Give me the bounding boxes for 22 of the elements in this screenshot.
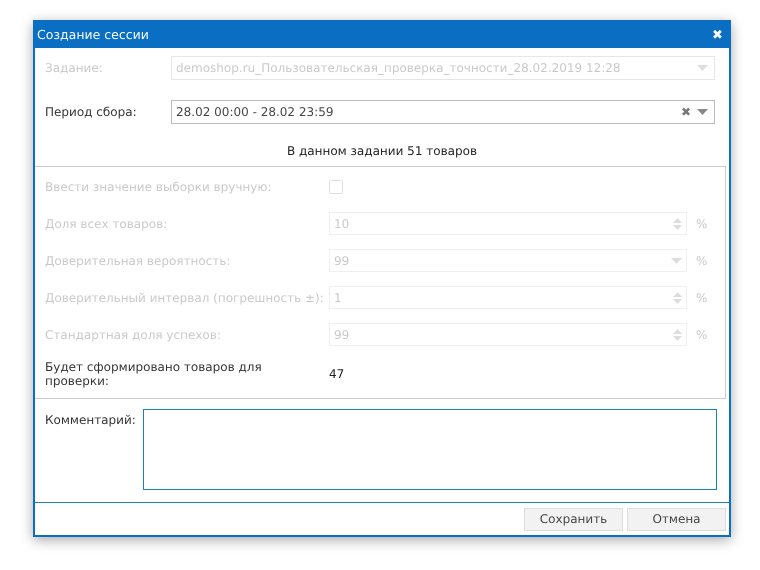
save-button[interactable]: Сохранить [524, 508, 623, 530]
spinner-icon [673, 292, 682, 304]
spinner-icon [673, 218, 682, 230]
info-text: В данном задании 51 товаров [286, 144, 478, 158]
unit-label: % [696, 216, 708, 230]
caret-icon [697, 109, 708, 115]
cancel-button[interactable]: Отмена [627, 508, 726, 530]
window-title: Создание сессии [37, 26, 149, 42]
comment-label: Комментарий: [45, 412, 137, 429]
comment-field[interactable] [143, 409, 717, 490]
result-label: Будет сформировано товаров для проверки: [45, 360, 263, 388]
period-select[interactable]: 28.02 00:00 - 28.02 23:59 ✖ [171, 100, 715, 124]
caret-icon [671, 258, 682, 264]
result-value: 47 [329, 367, 344, 381]
close-button[interactable]: ✖ [708, 26, 727, 42]
unit-label: % [696, 290, 708, 304]
unit-label: % [696, 254, 708, 268]
spinner-icon [673, 328, 682, 340]
clear-button[interactable]: ✖ [680, 105, 691, 119]
unit-label: % [696, 328, 708, 342]
caret-icon [697, 65, 708, 71]
field-label: Период сбора: [45, 105, 138, 119]
